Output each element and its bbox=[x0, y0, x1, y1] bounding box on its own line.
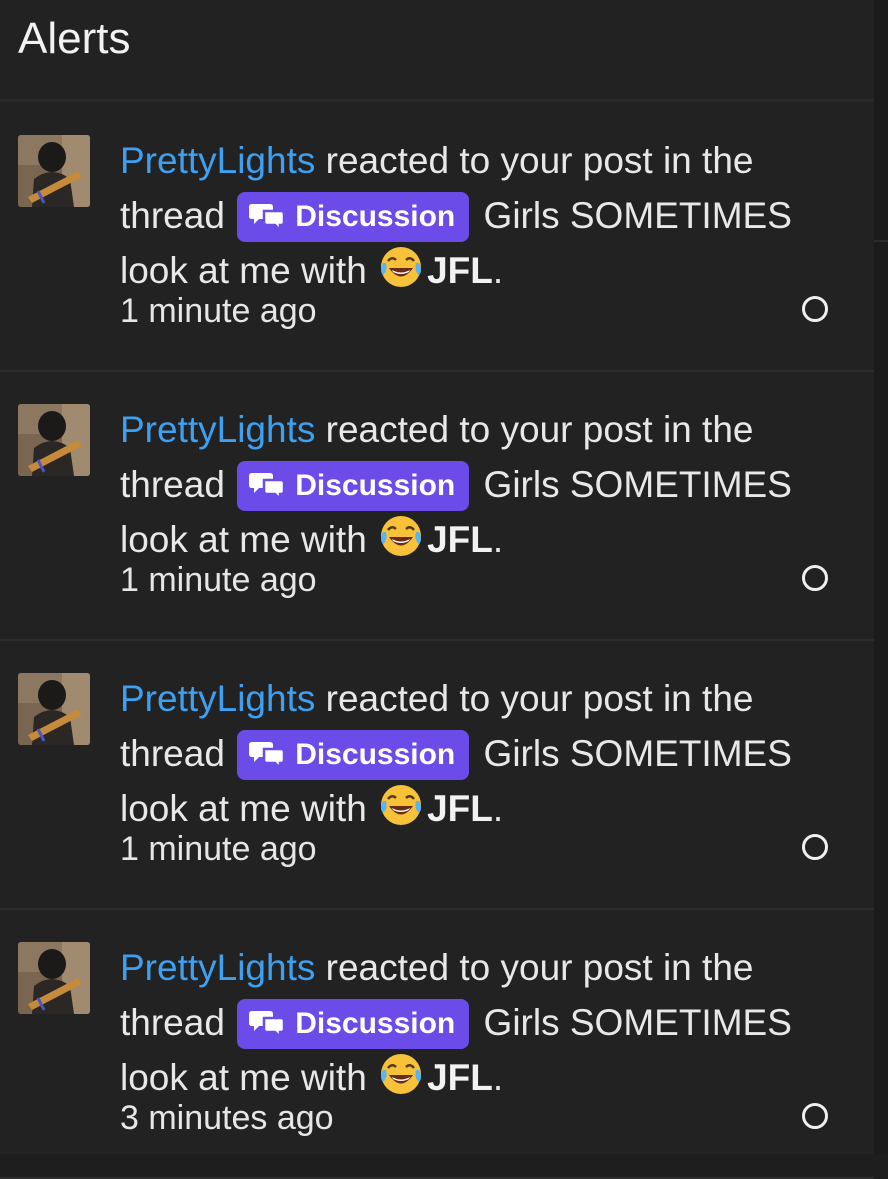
reaction-name[interactable]: JFL bbox=[427, 788, 493, 829]
alert-time: 1 minute ago bbox=[120, 292, 317, 330]
mark-read-toggle[interactable] bbox=[802, 1103, 828, 1129]
alert-user-link[interactable]: PrettyLights bbox=[120, 140, 315, 181]
alert-user-link[interactable]: PrettyLights bbox=[120, 947, 315, 988]
mark-read-toggle[interactable] bbox=[802, 834, 828, 860]
alert-time: 3 minutes ago bbox=[120, 1099, 334, 1137]
alert-message: PrettyLights reacted to your post in the… bbox=[120, 133, 840, 298]
reaction-name[interactable]: JFL bbox=[427, 250, 493, 291]
chat-bubbles-icon bbox=[249, 1004, 286, 1054]
chat-bubbles-icon bbox=[249, 735, 286, 785]
alert-message: PrettyLights reacted to your post in the… bbox=[120, 671, 840, 836]
alert-time: 1 minute ago bbox=[120, 830, 317, 868]
thread-prefix-label: Discussion bbox=[295, 1007, 456, 1040]
thread-prefix-badge[interactable]: Discussion bbox=[237, 192, 470, 242]
alert-item[interactable]: PrettyLights reacted to your post in the… bbox=[0, 641, 874, 910]
alert-user-link[interactable]: PrettyLights bbox=[120, 678, 315, 719]
thread-prefix-label: Discussion bbox=[295, 738, 456, 771]
mark-read-toggle[interactable] bbox=[802, 296, 828, 322]
alert-user-link[interactable]: PrettyLights bbox=[120, 409, 315, 450]
chat-bubbles-icon bbox=[249, 197, 286, 247]
period: . bbox=[492, 1057, 504, 1098]
alert-item[interactable]: PrettyLights reacted to your post in the… bbox=[0, 910, 874, 1179]
page-title: Alerts bbox=[18, 14, 131, 63]
face-with-tears-of-joy-icon bbox=[379, 1052, 423, 1096]
avatar[interactable] bbox=[18, 135, 90, 207]
alert-message: PrettyLights reacted to your post in the… bbox=[120, 940, 840, 1105]
reaction-name[interactable]: JFL bbox=[427, 519, 493, 560]
thread-prefix-label: Discussion bbox=[295, 469, 456, 502]
period: . bbox=[492, 519, 504, 560]
avatar[interactable] bbox=[18, 942, 90, 1014]
thread-prefix-badge[interactable]: Discussion bbox=[237, 999, 470, 1049]
scroll-edge bbox=[874, 0, 888, 1154]
thread-prefix-label: Discussion bbox=[295, 200, 456, 233]
reaction-name[interactable]: JFL bbox=[427, 1057, 493, 1098]
face-with-tears-of-joy-icon bbox=[379, 514, 423, 558]
face-with-tears-of-joy-icon bbox=[379, 783, 423, 827]
face-with-tears-of-joy-icon bbox=[379, 245, 423, 289]
alert-item[interactable]: PrettyLights reacted to your post in the… bbox=[0, 372, 874, 641]
avatar[interactable] bbox=[18, 673, 90, 745]
alert-item[interactable]: PrettyLights reacted to your post in the… bbox=[0, 103, 874, 372]
avatar[interactable] bbox=[18, 404, 90, 476]
thread-prefix-badge[interactable]: Discussion bbox=[237, 461, 470, 511]
chat-bubbles-icon bbox=[249, 466, 286, 516]
alerts-header: Alerts bbox=[0, 0, 874, 102]
mark-read-toggle[interactable] bbox=[802, 565, 828, 591]
period: . bbox=[492, 788, 504, 829]
alert-message: PrettyLights reacted to your post in the… bbox=[120, 402, 840, 567]
period: . bbox=[492, 250, 504, 291]
thread-prefix-badge[interactable]: Discussion bbox=[237, 730, 470, 780]
alert-time: 1 minute ago bbox=[120, 561, 317, 599]
